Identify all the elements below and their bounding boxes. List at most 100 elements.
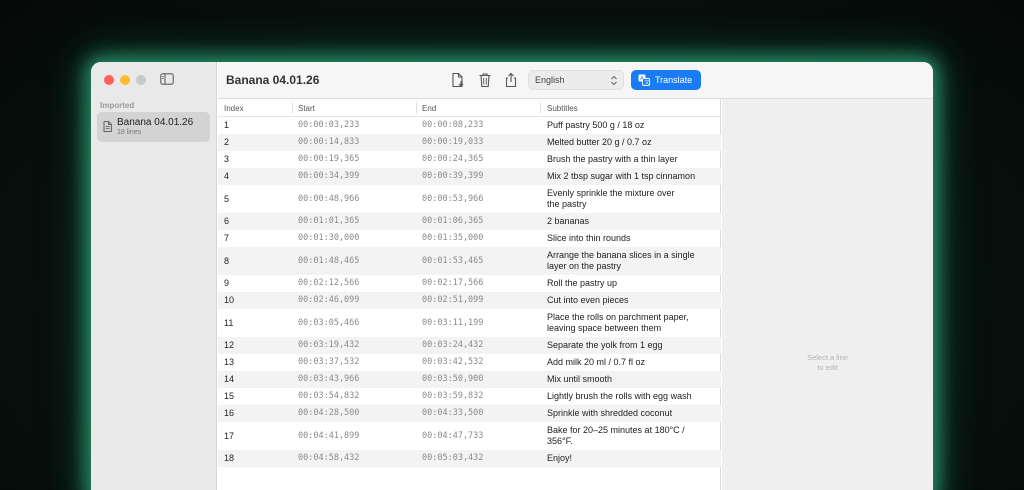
table-row[interactable]: 14 00:03:43,966 00:03:50,900 Mix until smoo… — [218, 371, 721, 388]
row-end-time: 00:00:19,033 — [422, 137, 484, 147]
translate-button[interactable]: A 文 Translate — [631, 70, 701, 90]
row-start-time: 00:04:28,500 — [298, 408, 360, 418]
sidebar-section-label: Imported — [100, 101, 135, 110]
table-row[interactable]: 15 00:03:54,832 00:03:59,832 Lightly brush … — [218, 388, 721, 405]
row-end-time: 00:04:47,733 — [422, 431, 484, 441]
row-start-time: 00:03:37,532 — [298, 357, 360, 367]
table-row[interactable]: 9 00:02:12,566 00:02:17,566 Roll the pastry… — [218, 275, 721, 292]
row-start-time: 00:03:54,832 — [298, 391, 360, 401]
column-header-subtitles[interactable]: Subtitles — [547, 104, 578, 113]
row-end-time: 00:00:53,966 — [422, 194, 484, 204]
row-start-time: 00:01:48,465 — [298, 256, 360, 266]
row-end-time: 00:04:33,500 — [422, 408, 484, 418]
row-end-time: 00:03:42,532 — [422, 357, 484, 367]
empty-selection-placeholder: Select a line to edit — [722, 353, 933, 373]
row-start-time: 00:00:19,365 — [298, 154, 360, 164]
placeholder-line: to edit — [817, 363, 838, 372]
row-index: 4 — [224, 171, 230, 181]
row-start-time: 00:04:41,899 — [298, 431, 360, 441]
row-subtitle-text: Puff pastry 500 g / 18 oz — [547, 120, 715, 131]
table-row[interactable]: 11 00:03:05,466 00:03:11,199 Place the roll… — [218, 309, 721, 337]
subtitle-line: Brush the pastry with a thin layer — [547, 154, 678, 164]
row-subtitle-text: Mix 2 tbsp sugar with 1 tsp cinnamon — [547, 171, 715, 182]
column-divider[interactable] — [292, 102, 293, 114]
subtitle-line: Slice into thin rounds — [547, 233, 631, 243]
sidebar-toggle-icon[interactable] — [160, 73, 174, 85]
table-row[interactable]: 12 00:03:19,432 00:03:24,432 Separate the y… — [218, 337, 721, 354]
row-subtitle-text: Place the rolls on parchment paper, leavi… — [547, 312, 715, 334]
subtitle-line: Cut into even pieces — [547, 295, 629, 305]
row-end-time: 00:03:11,199 — [422, 318, 484, 328]
table-row[interactable]: 13 00:03:37,532 00:03:42,532 Add milk 20 ml… — [218, 354, 721, 371]
subtitle-line: Arrange the banana slices in a single — [547, 250, 695, 260]
zoom-window-button[interactable] — [136, 75, 146, 85]
row-index: 11 — [224, 318, 234, 328]
row-end-time: 00:05:03,432 — [422, 453, 484, 463]
row-start-time: 00:01:30,000 — [298, 233, 360, 243]
subtitle-line: Puff pastry 500 g / 18 oz — [547, 120, 645, 130]
subtitle-line: Roll the pastry up — [547, 278, 618, 288]
table-row[interactable]: 2 00:00:14,833 00:00:19,033 Melted butter 2… — [218, 134, 721, 151]
row-start-time: 00:02:46,099 — [298, 295, 360, 305]
app-window: Imported Banana 04.01.26 18 lines Banana… — [91, 62, 933, 490]
sidebar: Imported Banana 04.01.26 18 lines — [91, 62, 217, 490]
subtitle-line: the pastry — [547, 199, 587, 209]
trash-icon[interactable] — [477, 72, 493, 88]
table-row[interactable]: 17 00:04:41,899 00:04:47,733 Bake for 20–25… — [218, 422, 721, 450]
row-subtitle-text: Slice into thin rounds — [547, 233, 715, 244]
table-row[interactable]: 6 00:01:01,365 00:01:06,365 2 bananas — [218, 213, 721, 230]
row-subtitle-text: Arrange the banana slices in a single lay… — [547, 250, 715, 272]
row-end-time: 00:03:59,832 — [422, 391, 484, 401]
import-icon[interactable] — [450, 72, 466, 88]
detail-pane: Select a line to edit — [722, 99, 933, 490]
column-header-start[interactable]: Start — [298, 104, 315, 113]
document-icon — [103, 121, 112, 132]
table-row[interactable]: 1 00:00:03,233 00:00:08,233 Puff pastry 500… — [218, 117, 721, 134]
column-divider[interactable] — [416, 102, 417, 114]
subtitle-line: leaving space between them — [547, 323, 662, 333]
row-subtitle-text: Roll the pastry up — [547, 278, 715, 289]
table-row[interactable]: 10 00:02:46,099 00:02:51,099 Cut into even … — [218, 292, 721, 309]
row-index: 17 — [224, 431, 235, 441]
table-row[interactable]: 16 00:04:28,500 00:04:33,500 Sprinkle with … — [218, 405, 721, 422]
table-row[interactable]: 4 00:00:34,399 00:00:39,399 Mix 2 tbsp suga… — [218, 168, 721, 185]
row-subtitle-text: Brush the pastry with a thin layer — [547, 154, 715, 165]
table-row[interactable]: 8 00:01:48,465 00:01:53,465 Arrange the ban… — [218, 247, 721, 275]
table-row[interactable]: 3 00:00:19,365 00:00:24,365 Brush the pastr… — [218, 151, 721, 168]
row-index: 5 — [224, 194, 230, 204]
sidebar-item-document[interactable]: Banana 04.01.26 18 lines — [97, 112, 210, 142]
subtitle-line: Separate the yolk from 1 egg — [547, 340, 663, 350]
document-line-count: 18 lines — [117, 129, 142, 136]
row-index: 7 — [224, 233, 230, 243]
row-start-time: 00:02:12,566 — [298, 278, 360, 288]
table-row[interactable]: 5 00:00:48,966 00:00:53,966 Evenly sprinkle… — [218, 185, 721, 213]
toolbar: Banana 04.01.26 English A 文 Translate — [218, 62, 933, 99]
table-row[interactable]: 7 00:01:30,000 00:01:35,000 Slice into thin… — [218, 230, 721, 247]
row-index: 3 — [224, 154, 230, 164]
translate-label: Translate — [655, 75, 693, 85]
column-header-end[interactable]: End — [422, 104, 436, 113]
subtitle-line: Enjoy! — [547, 453, 573, 463]
row-subtitle-text: 2 bananas — [547, 216, 715, 227]
column-header-index[interactable]: Index — [224, 104, 244, 113]
language-select[interactable]: English — [528, 70, 624, 90]
row-index: 16 — [224, 408, 235, 418]
table-row[interactable]: 18 00:04:58,432 00:05:03,432 Enjoy! — [218, 450, 721, 467]
row-index: 12 — [224, 340, 235, 350]
subtitle-line: 2 bananas — [547, 216, 590, 226]
row-index: 2 — [224, 137, 230, 147]
row-index: 14 — [224, 374, 235, 384]
row-end-time: 00:03:24,432 — [422, 340, 484, 350]
row-subtitle-text: Evenly sprinkle the mixture over the past… — [547, 188, 715, 210]
row-start-time: 00:00:14,833 — [298, 137, 360, 147]
share-icon[interactable] — [503, 72, 519, 88]
row-end-time: 00:01:35,000 — [422, 233, 484, 243]
subtitle-line: Mix 2 tbsp sugar with 1 tsp cinnamon — [547, 171, 696, 181]
column-divider[interactable] — [540, 102, 541, 114]
minimize-window-button[interactable] — [120, 75, 130, 85]
language-value: English — [535, 75, 565, 85]
close-window-button[interactable] — [104, 75, 114, 85]
row-subtitle-text: Cut into even pieces — [547, 295, 715, 306]
row-end-time: 00:00:08,233 — [422, 120, 484, 130]
row-index: 18 — [224, 453, 235, 463]
